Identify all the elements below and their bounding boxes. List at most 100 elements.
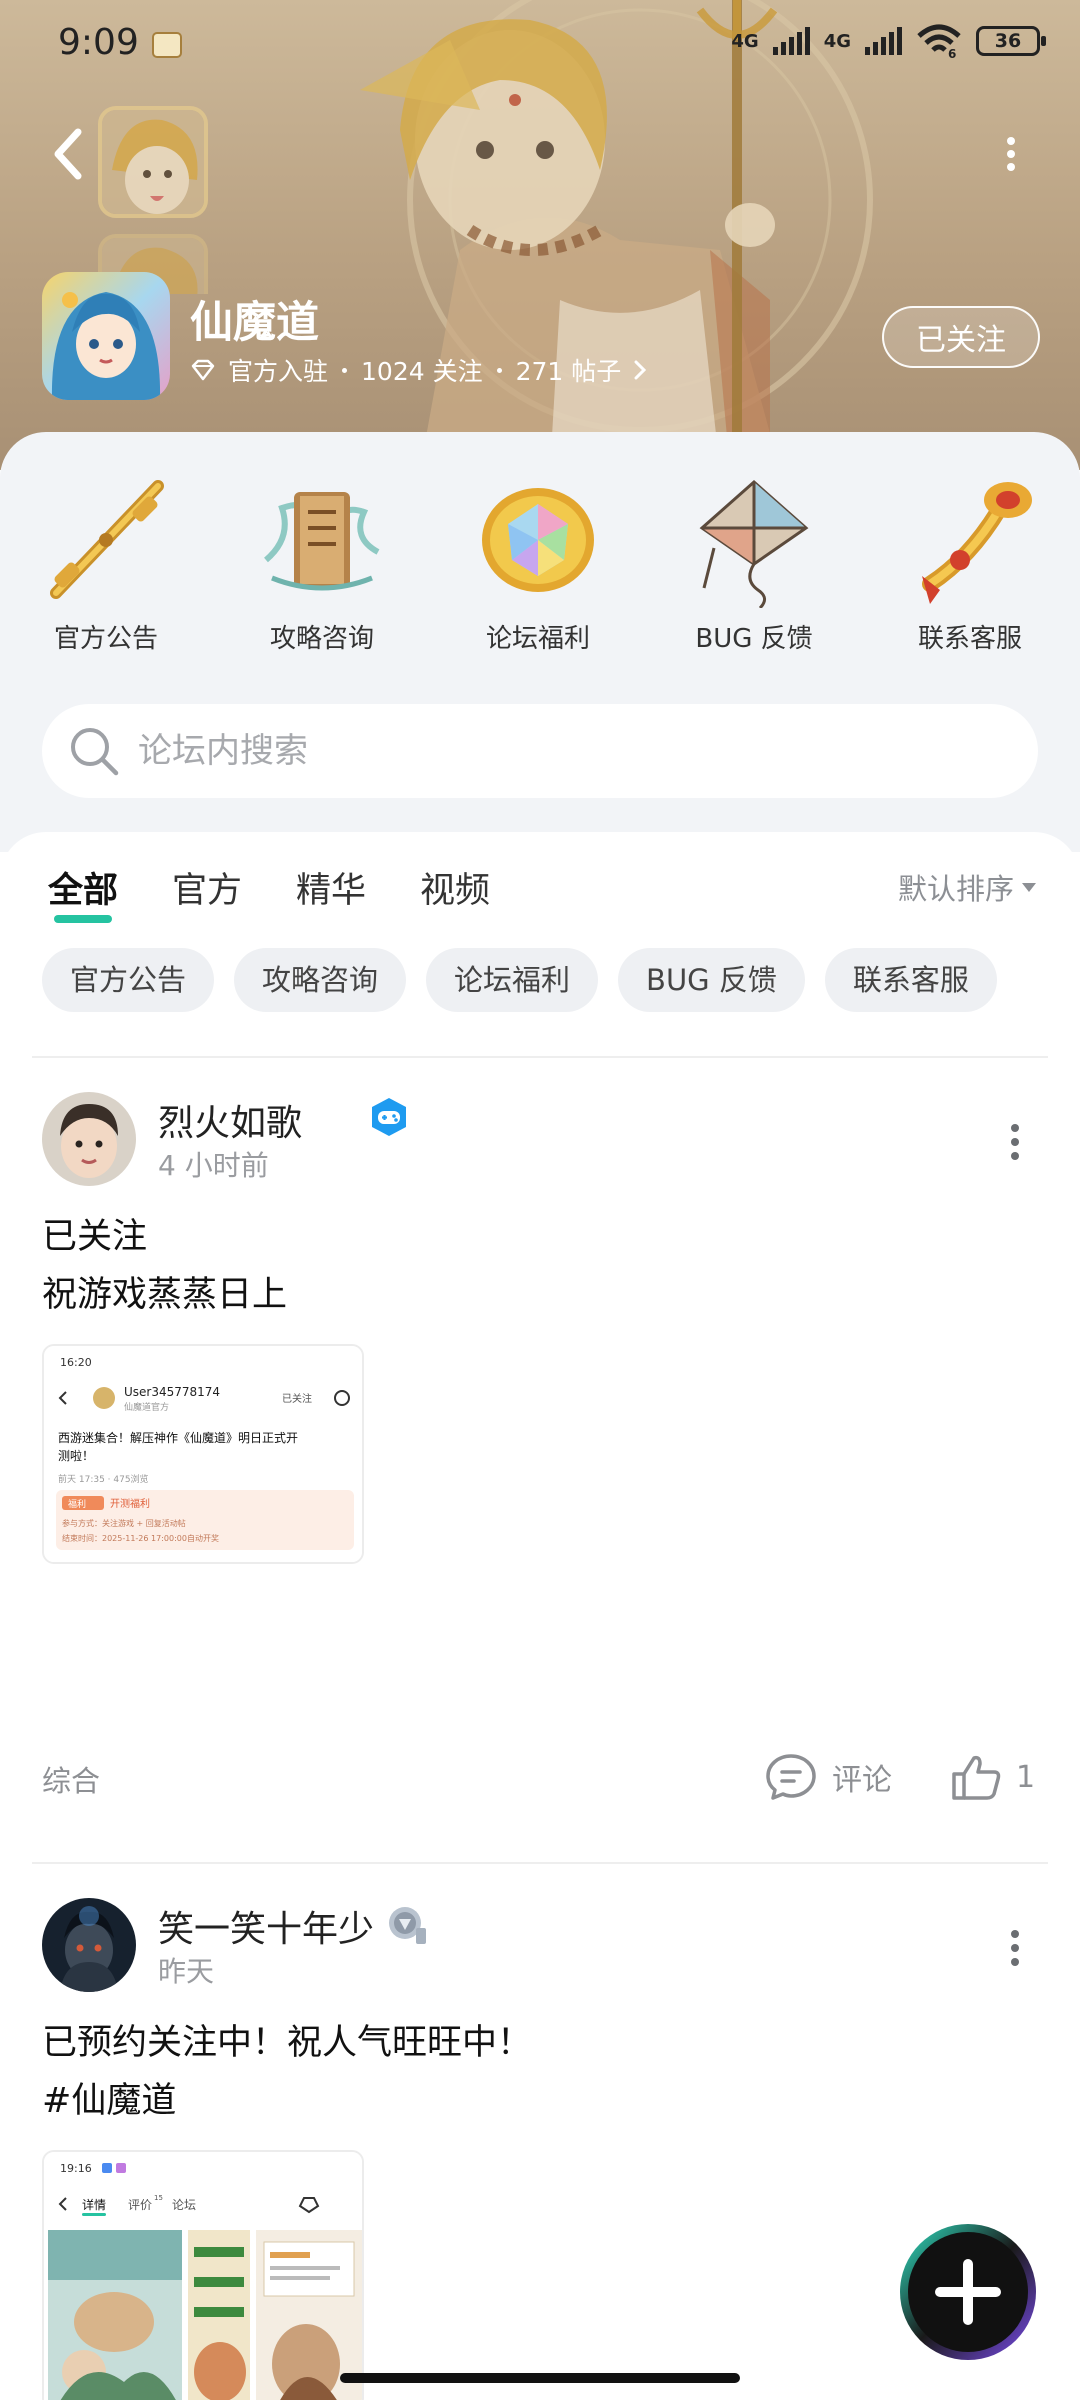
shortcut-customer-service[interactable]: 联系客服 — [890, 468, 1050, 655]
wifi-icon: 6 — [917, 24, 961, 58]
post-screenshot-image[interactable]: 19:16 详情 评价 15 论坛 — [42, 2150, 364, 2400]
caret-down-icon — [1022, 882, 1037, 892]
posts-count[interactable]: 271 帖子 — [516, 352, 622, 388]
status-time: 9:09 — [58, 22, 139, 63]
chip-benefits[interactable]: 论坛福利 — [426, 948, 599, 1012]
mini-tab-review-count: 15 — [154, 2194, 163, 2202]
network-type-1: 4G — [731, 30, 759, 52]
divider — [32, 1056, 1048, 1058]
comment-button[interactable]: 评论 — [764, 1752, 892, 1802]
chevron-right-icon[interactable] — [633, 359, 647, 381]
home-indicator[interactable] — [340, 2373, 740, 2383]
post-line: 已关注 — [42, 1217, 148, 1257]
sort-label: 默认排序 — [898, 872, 1015, 906]
notification-icon — [152, 32, 182, 58]
post-line: 已预约关注中！祝人气旺旺中！ — [42, 2023, 533, 2063]
post-screenshot-image[interactable]: 16:20 User345778174 仙魔道官方 已关注 西游迷集合！解压神作… — [42, 1344, 364, 1564]
battery-icon: 36 — [976, 26, 1046, 56]
meta-separator — [496, 367, 502, 373]
forum-search-bar[interactable] — [42, 704, 1038, 798]
game-icon[interactable] — [42, 272, 170, 400]
game-meta: 官方入驻 1024 关注 271 帖子 — [190, 352, 647, 388]
mini-time: 19:16 — [60, 2162, 92, 2175]
feed-tabs: 全部 官方 精华 视频 — [48, 862, 490, 923]
sort-dropdown[interactable]: 默认排序 — [898, 866, 1037, 908]
forum-header: 9:09 4G 4G 6 36 仙魔道 官方入驻 1024 关注 271 帖子 … — [0, 0, 1080, 470]
shortcut-label: 攻略咨询 — [269, 624, 374, 654]
thumbs-up-icon — [952, 1755, 1001, 1800]
meta-separator — [342, 367, 348, 373]
post-body[interactable]: 已关注 祝游戏蒸蒸日上 — [42, 1208, 287, 1324]
post-more-icon[interactable] — [1008, 1122, 1022, 1162]
chip-bug-report[interactable]: BUG 反馈 — [618, 948, 805, 1012]
more-menu-icon[interactable] — [1000, 136, 1022, 172]
mini-follow: 已关注 — [282, 1392, 312, 1405]
shortcut-label: 论坛福利 — [485, 624, 590, 654]
shortcut-panel: 官方公告 攻略咨询 论坛福利 BUG 反馈 联系客服 论坛内搜索 — [0, 432, 1080, 852]
mini-benefit-title: 开测福利 — [110, 1497, 150, 1510]
mini-tab-forum: 论坛 — [172, 2198, 196, 2212]
avatar[interactable] — [42, 1898, 136, 1992]
chip-guide[interactable]: 攻略咨询 — [234, 948, 407, 1012]
post-line: #仙魔道 — [42, 2081, 177, 2121]
comment-icon — [766, 1754, 816, 1800]
mini-benefit-tag: 福利 — [68, 1498, 86, 1510]
like-count: 1 — [1016, 1759, 1036, 1795]
post-time: 昨天 — [158, 1955, 215, 1988]
golden-staff-icon — [50, 480, 164, 599]
search-icon — [71, 728, 119, 776]
shortcut-announcement[interactable]: 官方公告 — [26, 468, 186, 655]
chip-announcement[interactable]: 官方公告 — [42, 948, 215, 1012]
game-controller-badge-icon — [372, 1098, 406, 1136]
header-thumbnail — [98, 106, 208, 218]
avatar[interactable] — [42, 1092, 136, 1186]
wifi-label: 6 — [948, 47, 956, 58]
follow-button[interactable]: 已关注 — [882, 306, 1040, 368]
post-body[interactable]: 已预约关注中！祝人气旺旺中！ #仙魔道 — [42, 2014, 532, 2130]
back-arrow-icon[interactable] — [44, 124, 94, 184]
post-more-icon[interactable] — [1008, 1928, 1022, 1968]
tab-video[interactable]: 视频 — [420, 862, 490, 913]
mini-benefit-line1: 参与方式：关注游戏 + 回复活动帖 — [62, 1518, 186, 1528]
search-input[interactable] — [138, 731, 958, 771]
post-time: 4 小时前 — [158, 1149, 269, 1182]
shortcut-benefits[interactable]: 论坛福利 — [458, 468, 618, 655]
shortcut-label: 联系客服 — [917, 624, 1022, 654]
shortcut-label: BUG 反馈 — [695, 624, 813, 654]
status-icons: 4G 4G 6 36 — [731, 24, 1046, 58]
mini-user-sub: 仙魔道官方 — [124, 1401, 169, 1413]
mini-user: User345778174 — [124, 1385, 220, 1399]
comment-label: 评论 — [832, 1763, 892, 1798]
mini-time: 16:20 — [60, 1356, 92, 1369]
shortcut-label: 官方公告 — [53, 624, 158, 654]
divider — [32, 1862, 1048, 1864]
post-author[interactable]: 笑一笑十年少 — [158, 1900, 374, 1952]
status-bar: 9:09 4G 4G 6 36 — [0, 0, 1080, 90]
mini-tab-review: 评价 — [128, 2198, 152, 2212]
post-category-tag[interactable]: 综合 — [42, 1758, 100, 1800]
followers-count: 1024 关注 — [361, 357, 483, 386]
mini-meta: 前天 17:35 · 475浏览 — [58, 1473, 149, 1485]
tab-all[interactable]: 全部 — [48, 862, 118, 923]
chip-customer-service[interactable]: 联系客服 — [824, 948, 997, 1012]
post-feed: 全部 官方 精华 视频 默认排序 官方公告 攻略咨询 论坛福利 BUG 反馈 联… — [0, 832, 1080, 2400]
golden-ruyi-icon — [922, 482, 1032, 604]
post-author[interactable]: 烈火如歌 — [158, 1094, 302, 1146]
official-label: 官方入驻 — [228, 357, 329, 386]
post-line: 祝游戏蒸蒸日上 — [42, 1275, 288, 1315]
signal-icon-2 — [865, 27, 902, 55]
shortcut-guide[interactable]: 攻略咨询 — [242, 468, 402, 655]
shortcut-bug-report[interactable]: BUG 反馈 — [674, 468, 834, 655]
game-title: 仙魔道 — [190, 298, 319, 348]
mini-title-2: 测啦！ — [58, 1448, 94, 1463]
mini-benefit-line2: 结束时间：2025-11-26 17:00:00自动开奖 — [62, 1533, 219, 1543]
signal-icon — [772, 27, 810, 55]
tab-official[interactable]: 官方 — [172, 862, 242, 913]
create-post-fab[interactable] — [898, 2222, 1038, 2362]
tab-featured[interactable]: 精华 — [296, 862, 366, 913]
scroll-book-icon — [263, 492, 380, 591]
diamond-icon — [191, 359, 215, 381]
level-badge-icon — [389, 1907, 426, 1944]
like-button[interactable]: 1 — [950, 1752, 1035, 1802]
kite-icon — [699, 479, 809, 608]
